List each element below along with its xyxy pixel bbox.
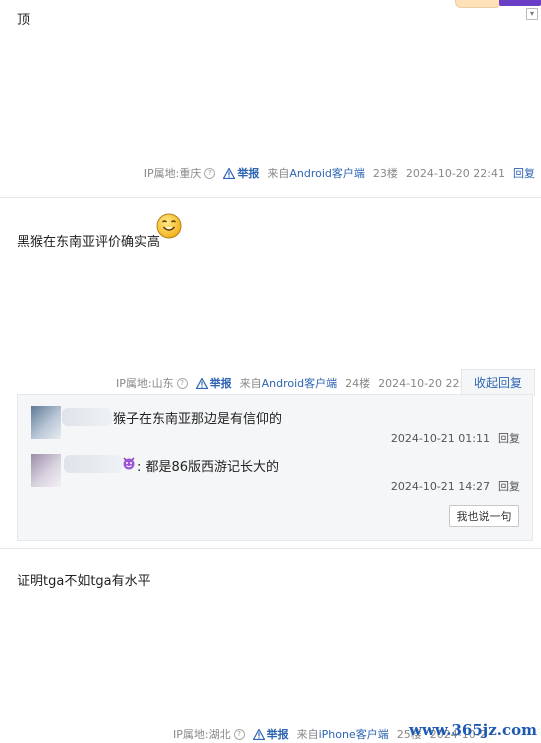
ip-location: IP属地:湖北	[173, 728, 231, 741]
source-prefix: 来自	[267, 167, 290, 180]
user-pill[interactable]	[455, 0, 501, 8]
say-something-button[interactable]: 我也说一句	[449, 505, 519, 527]
post-divider	[0, 548, 541, 549]
sub-reply-time: 2024-10-21 01:11	[390, 432, 490, 445]
sub-reply-meta: 2024-10-21 14:27 回复	[391, 478, 520, 494]
sub-reply-time: 2024-10-21 14:27	[390, 480, 490, 493]
post-text: 证明tga不如tga有水平	[17, 574, 151, 589]
reply-link[interactable]: 回复	[513, 165, 535, 181]
warning-icon	[223, 167, 236, 179]
post-meta: IP属地:山东 ? 举报 来自 Android客户端 24楼 2024-10-2…	[116, 375, 477, 391]
floor-number: 23楼	[372, 167, 398, 180]
source-prefix: 来自	[296, 728, 319, 741]
source-prefix: 来自	[239, 377, 262, 390]
post-meta: IP属地:重庆 ? 举报 来自 Android客户端 23楼 2024-10-2…	[144, 165, 535, 181]
help-icon[interactable]: ?	[233, 728, 245, 740]
source-link[interactable]: Android客户端	[289, 165, 365, 181]
sub-reply-meta: 2024-10-21 01:11 回复	[391, 430, 520, 446]
devil-emoji-icon	[123, 457, 135, 470]
report-button[interactable]: 举报	[252, 726, 289, 742]
purple-badge[interactable]	[499, 0, 541, 6]
ip-location: IP属地:重庆	[143, 167, 202, 180]
help-icon[interactable]: ?	[204, 167, 216, 179]
sub-reply-text: : 都是86版西游记长大的	[137, 460, 280, 475]
warning-icon	[195, 377, 208, 389]
source-link[interactable]: Android客户端	[262, 375, 338, 391]
sub-reply-text: 猴子在东南亚那边是有信仰的	[113, 412, 283, 427]
username-link[interactable]	[64, 455, 122, 473]
post-divider	[0, 197, 541, 198]
post-text: 顶	[17, 13, 31, 28]
help-icon[interactable]: ?	[176, 377, 188, 389]
floor-number: 24楼	[345, 377, 371, 390]
smiley-face-icon	[156, 213, 182, 239]
warning-icon	[252, 728, 265, 740]
username-link[interactable]	[62, 408, 112, 426]
top-corner-widget[interactable]: ▾	[455, 0, 541, 20]
collapse-replies-button[interactable]: 收起回复	[461, 369, 535, 396]
sub-reply-link[interactable]: 回复	[498, 480, 520, 493]
avatar[interactable]	[31, 454, 61, 487]
ip-location: IP属地:山东	[116, 377, 174, 390]
dropdown-toggle-icon[interactable]: ▾	[526, 8, 538, 20]
source-link[interactable]: iPhone客户端	[319, 726, 389, 742]
post-time: 2024-10-20 22:41	[405, 166, 505, 180]
site-watermark: www.365jz.com	[409, 721, 537, 739]
post-text: 黑猴在东南亚评价确实高	[17, 235, 161, 250]
report-button[interactable]: 举报	[195, 375, 232, 391]
avatar[interactable]	[31, 406, 61, 439]
sub-reply-link[interactable]: 回复	[498, 432, 520, 445]
report-button[interactable]: 举报	[223, 165, 259, 181]
